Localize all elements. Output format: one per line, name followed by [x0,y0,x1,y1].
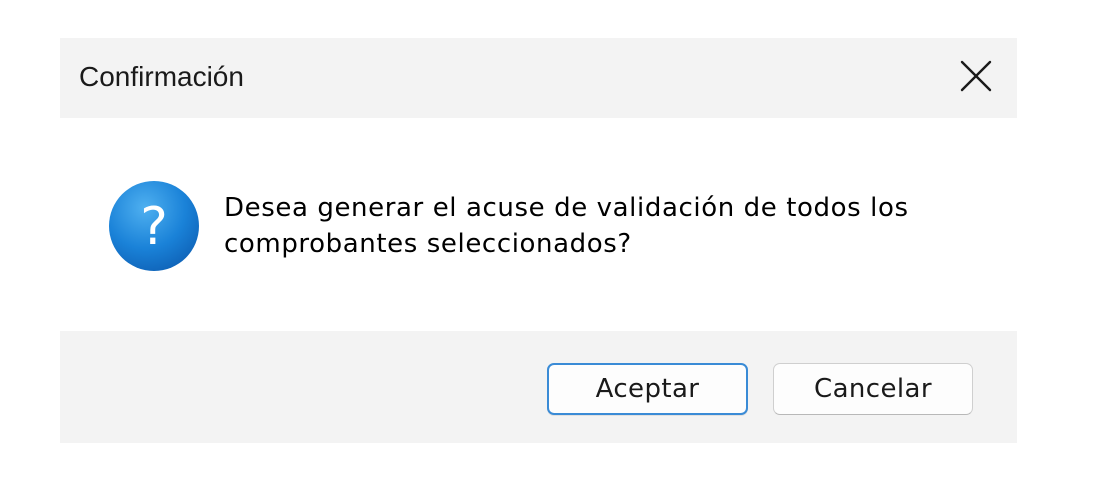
dialog-title: Confirmación [79,61,244,92]
close-icon [960,60,992,92]
dialog-titlebar: Confirmación [60,38,1017,118]
dialog-message: Desea generar el acuse de validación de … [224,190,984,262]
accept-button[interactable]: Aceptar [547,363,748,415]
svg-text:?: ? [140,197,168,257]
confirmation-dialog: Confirmación ? Desea generar el acuse de… [60,38,1017,443]
message-line-1: Desea generar el acuse de validación de … [224,193,909,223]
message-line-2: comprobantes seleccionados? [224,229,632,259]
cancel-button[interactable]: Cancelar [773,363,973,415]
close-button[interactable] [954,54,998,98]
dialog-footer: Aceptar Cancelar [60,331,1017,443]
question-icon: ? [108,180,200,272]
dialog-content: ? Desea generar el acuse de validación d… [60,118,1017,331]
